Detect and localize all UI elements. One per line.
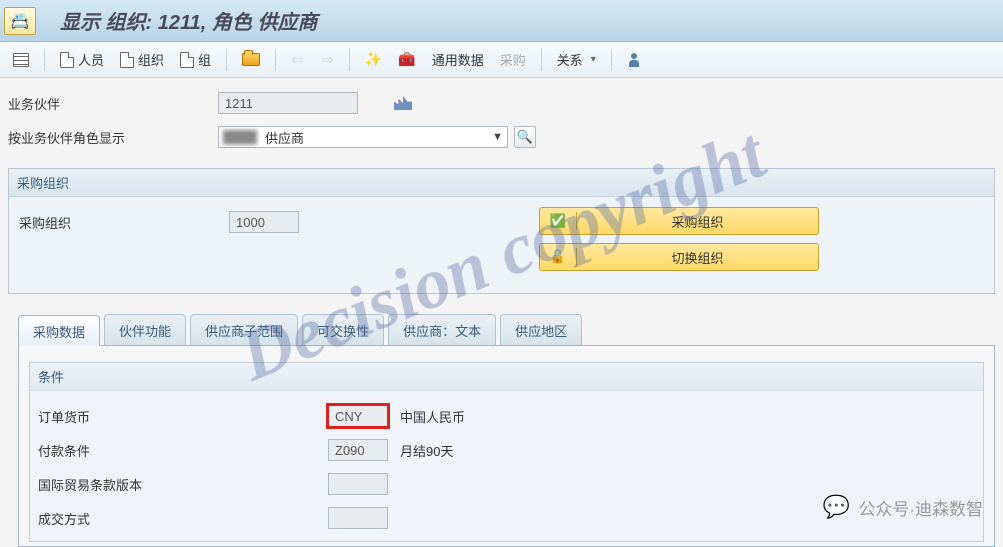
action-buttons: ✅ 采购组织 🔓 切换组织 bbox=[539, 207, 819, 279]
arrow-left-icon: ⇐ bbox=[291, 50, 304, 70]
menu-button[interactable] bbox=[6, 47, 36, 73]
factory-icon[interactable] bbox=[394, 96, 412, 110]
check-button[interactable]: 🧰 bbox=[391, 47, 422, 73]
document-icon bbox=[60, 52, 74, 68]
chevron-down-icon: ▾ bbox=[591, 54, 596, 65]
condition-row: 付款条件 月结90天 bbox=[38, 435, 975, 465]
partner-input[interactable] bbox=[218, 92, 358, 114]
button-label: 通用数据 bbox=[432, 50, 484, 69]
content-area: 业务伙伴 按业务伙伴角色显示 ████ 供应商 ▼ 🔍 采购组织 采购组织 ✅ … bbox=[0, 78, 1003, 547]
separator bbox=[576, 248, 577, 266]
tab-2[interactable]: 供应商子范围 bbox=[190, 314, 298, 345]
combo-value: 供应商 bbox=[265, 128, 304, 147]
tab-0[interactable]: 采购数据 bbox=[18, 315, 100, 346]
switch-org-button[interactable]: 🔓 切换组织 bbox=[539, 243, 819, 271]
purchase-org-row: 采购组织 bbox=[19, 207, 299, 237]
general-data-button[interactable]: 通用数据 bbox=[425, 47, 491, 73]
open-button[interactable] bbox=[235, 47, 267, 73]
purchasing-button[interactable]: 采购 bbox=[493, 47, 533, 73]
check-icon: ✅ bbox=[548, 213, 568, 229]
tab-3[interactable]: 可交换性 bbox=[302, 314, 384, 345]
tab-1[interactable]: 伙伴功能 bbox=[104, 314, 186, 345]
button-label: 人员 bbox=[78, 50, 104, 69]
condition-input[interactable] bbox=[328, 473, 388, 495]
condition-input[interactable] bbox=[328, 507, 388, 529]
app-icon[interactable]: 📇 bbox=[4, 7, 36, 35]
menu-icon bbox=[13, 53, 29, 67]
button-label: 组织 bbox=[138, 50, 164, 69]
organization-button[interactable]: 组织 bbox=[113, 47, 171, 73]
relations-button[interactable]: 关系 ▾ bbox=[550, 47, 603, 73]
condition-label: 成交方式 bbox=[38, 509, 328, 528]
role-row: 按业务伙伴角色显示 ████ 供应商 ▼ 🔍 bbox=[8, 122, 995, 152]
separator bbox=[275, 49, 276, 71]
button-label: 采购组织 bbox=[585, 212, 810, 231]
condition-description: 月结90天 bbox=[400, 441, 453, 460]
button-label: 关系 bbox=[557, 50, 583, 69]
tabstrip: 采购数据伙伴功能供应商子范围可交换性供应商：文本供应地区 bbox=[18, 314, 995, 346]
tab-panel: 条件 订单货币 中国人民币付款条件 月结90天国际贸易条款版本成交方式 bbox=[18, 346, 995, 547]
search-help-button[interactable]: 🔍 bbox=[514, 126, 536, 148]
partner-label: 业务伙伴 bbox=[8, 94, 218, 113]
button-label: 采购 bbox=[500, 50, 526, 69]
separator bbox=[349, 49, 350, 71]
role-label: 按业务伙伴角色显示 bbox=[8, 128, 218, 147]
document-icon bbox=[120, 52, 134, 68]
group-button[interactable]: 组 bbox=[173, 47, 218, 73]
tab-4[interactable]: 供应商：文本 bbox=[388, 314, 496, 345]
user-settings-button[interactable] bbox=[620, 47, 648, 73]
button-label: 切换组织 bbox=[585, 248, 810, 267]
conditions-groupbox: 条件 订单货币 中国人民币付款条件 月结90天国际贸易条款版本成交方式 bbox=[29, 362, 984, 542]
purchase-org-groupbox: 采购组织 采购组织 ✅ 采购组织 🔓 切换组织 bbox=[8, 168, 995, 294]
purchase-org-button[interactable]: ✅ 采购组织 bbox=[539, 207, 819, 235]
separator bbox=[541, 49, 542, 71]
lock-icon: 🔓 bbox=[548, 249, 568, 265]
titlebar: 📇 显示 组织: 1211, 角色 供应商 bbox=[0, 0, 1003, 42]
wand-icon: ✨ bbox=[365, 51, 382, 68]
condition-label: 付款条件 bbox=[38, 441, 328, 460]
nav-back-button[interactable]: ⇐ bbox=[284, 47, 311, 73]
groupbox-title: 采购组织 bbox=[9, 169, 994, 197]
condition-input[interactable] bbox=[328, 439, 388, 461]
wizard-button[interactable]: ✨ bbox=[358, 47, 389, 73]
partner-row: 业务伙伴 bbox=[8, 88, 995, 118]
person-button[interactable]: 人员 bbox=[53, 47, 111, 73]
tab-5[interactable]: 供应地区 bbox=[500, 314, 582, 345]
role-combobox[interactable]: ████ 供应商 ▼ bbox=[218, 126, 508, 148]
toolbar: 人员 组织 组 ⇐ ⇒ ✨ 🧰 通用数据 采购 关系 ▾ bbox=[0, 42, 1003, 78]
button-label: 组 bbox=[198, 50, 211, 69]
condition-row: 成交方式 bbox=[38, 503, 975, 533]
condition-input[interactable] bbox=[328, 405, 388, 427]
condition-row: 国际贸易条款版本 bbox=[38, 469, 975, 499]
separator bbox=[611, 49, 612, 71]
condition-row: 订单货币 中国人民币 bbox=[38, 401, 975, 431]
blurred-code: ████ bbox=[223, 130, 257, 144]
separator bbox=[226, 49, 227, 71]
folder-open-icon bbox=[242, 53, 260, 66]
document-icon bbox=[180, 52, 194, 68]
groupbox-title: 条件 bbox=[30, 363, 983, 391]
separator bbox=[44, 49, 45, 71]
page-title: 显示 组织: 1211, 角色 供应商 bbox=[60, 6, 317, 35]
separator bbox=[576, 212, 577, 230]
toolkit-icon: 🧰 bbox=[398, 51, 415, 68]
nav-forward-button[interactable]: ⇒ bbox=[313, 47, 340, 73]
condition-label: 订单货币 bbox=[38, 407, 328, 426]
purchase-org-input[interactable] bbox=[229, 211, 299, 233]
condition-label: 国际贸易条款版本 bbox=[38, 475, 328, 494]
person-icon bbox=[627, 53, 641, 67]
purchase-org-label: 采购组织 bbox=[19, 213, 229, 232]
condition-description: 中国人民币 bbox=[400, 407, 465, 426]
chevron-down-icon[interactable]: ▼ bbox=[492, 131, 503, 143]
arrow-right-icon: ⇒ bbox=[320, 50, 333, 70]
